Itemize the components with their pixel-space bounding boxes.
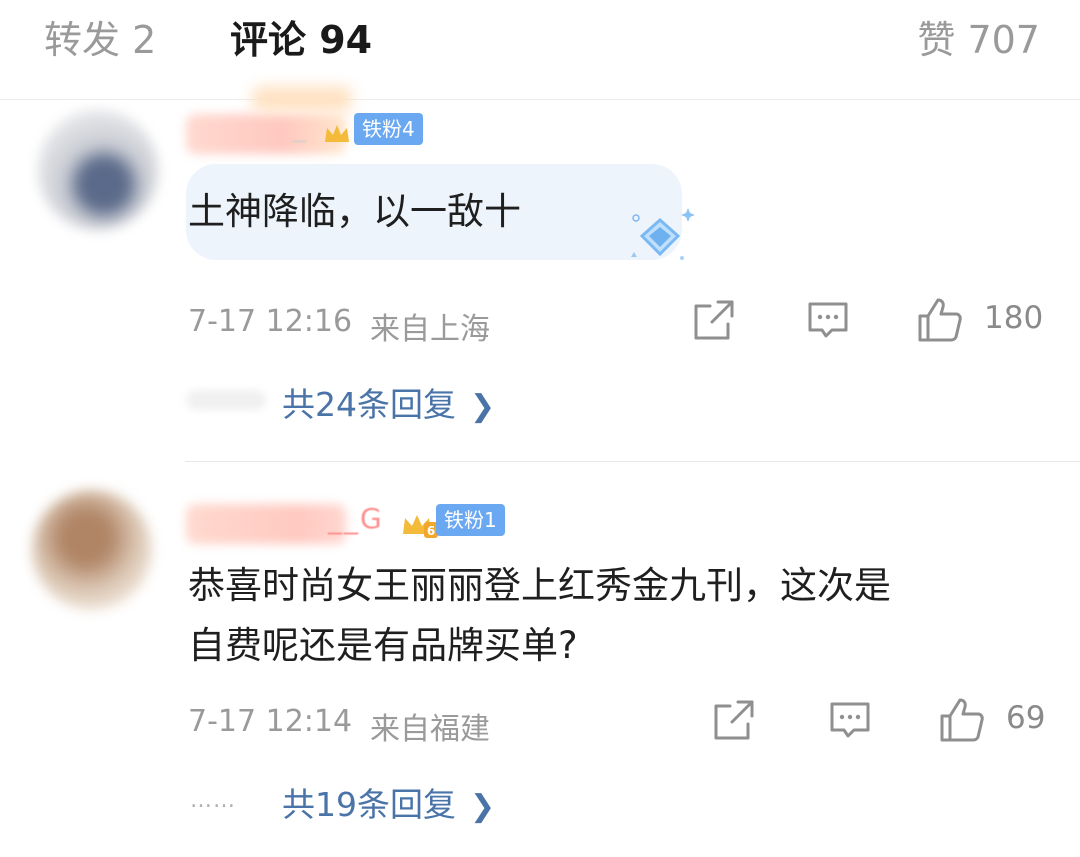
like-count: 69 [1006,700,1046,736]
comment-text: 土神降临，以一敌十 [188,190,521,233]
like-button[interactable]: 69 [936,694,1056,746]
like-button[interactable]: 180 [914,294,1054,346]
crown-icon [325,125,349,142]
crown-icon: 6 [403,515,438,538]
comment-tabs-bar: 转发 2 评论 94 赞 707 [0,0,1080,100]
comment-time: 7-17 12:16 [188,304,353,339]
username-text[interactable]: _ [292,110,308,143]
share-icon[interactable] [690,296,738,344]
fan-badge[interactable]: 铁粉1 [436,504,505,536]
thumbs-up-icon [940,698,984,742]
chevron-right-icon: ❯ [470,789,496,824]
username-blurred[interactable] [186,504,346,544]
tab-comment[interactable]: 评论 94 [230,16,372,64]
view-replies-link[interactable]: 共19条回复 ❯ [282,778,495,826]
comment-time: 7-17 12:14 [188,704,353,739]
avatar[interactable] [32,490,152,610]
comment-icon[interactable] [826,696,874,744]
reply-preview-dots: …… [190,788,236,813]
tab-like[interactable]: 赞 707 [917,16,1040,64]
reply-preview-blurred [186,390,266,410]
comment-location: 来自福建 [370,712,490,747]
username-text[interactable]: __G [328,502,384,535]
comment-text-line-1: 恭喜时尚女王丽丽登上红秀金九刊，这次是 [188,564,891,607]
avatar[interactable] [38,110,158,230]
comment-icon[interactable] [804,296,852,344]
comment-item: __G 6 铁粉1 恭喜时尚女王丽丽登上红秀金九刊，这次是 自费呢还是有品牌买单… [0,462,1080,857]
comment-item: _ 铁粉4 土神降临，以一敌十 7-17 12:16 来自上海 180 共24条… [0,86,1080,462]
share-icon[interactable] [710,696,758,744]
username-decoration [252,86,352,112]
fan-badge[interactable]: 铁粉4 [354,113,423,145]
chevron-right-icon: ❯ [470,389,496,424]
replies-count: 共19条回复 [282,785,456,824]
like-count: 180 [984,300,1044,336]
comment-text-line-2: 自费呢还是有品牌买单? [188,624,578,667]
replies-count: 共24条回复 [282,385,456,424]
diamond-decoration-icon [631,208,695,260]
comment-location: 来自上海 [370,312,490,347]
view-replies-link[interactable]: 共24条回复 ❯ [282,378,495,426]
thumbs-up-icon [918,298,962,342]
tab-repost[interactable]: 转发 2 [44,16,156,64]
crown-level: 6 [427,524,435,538]
